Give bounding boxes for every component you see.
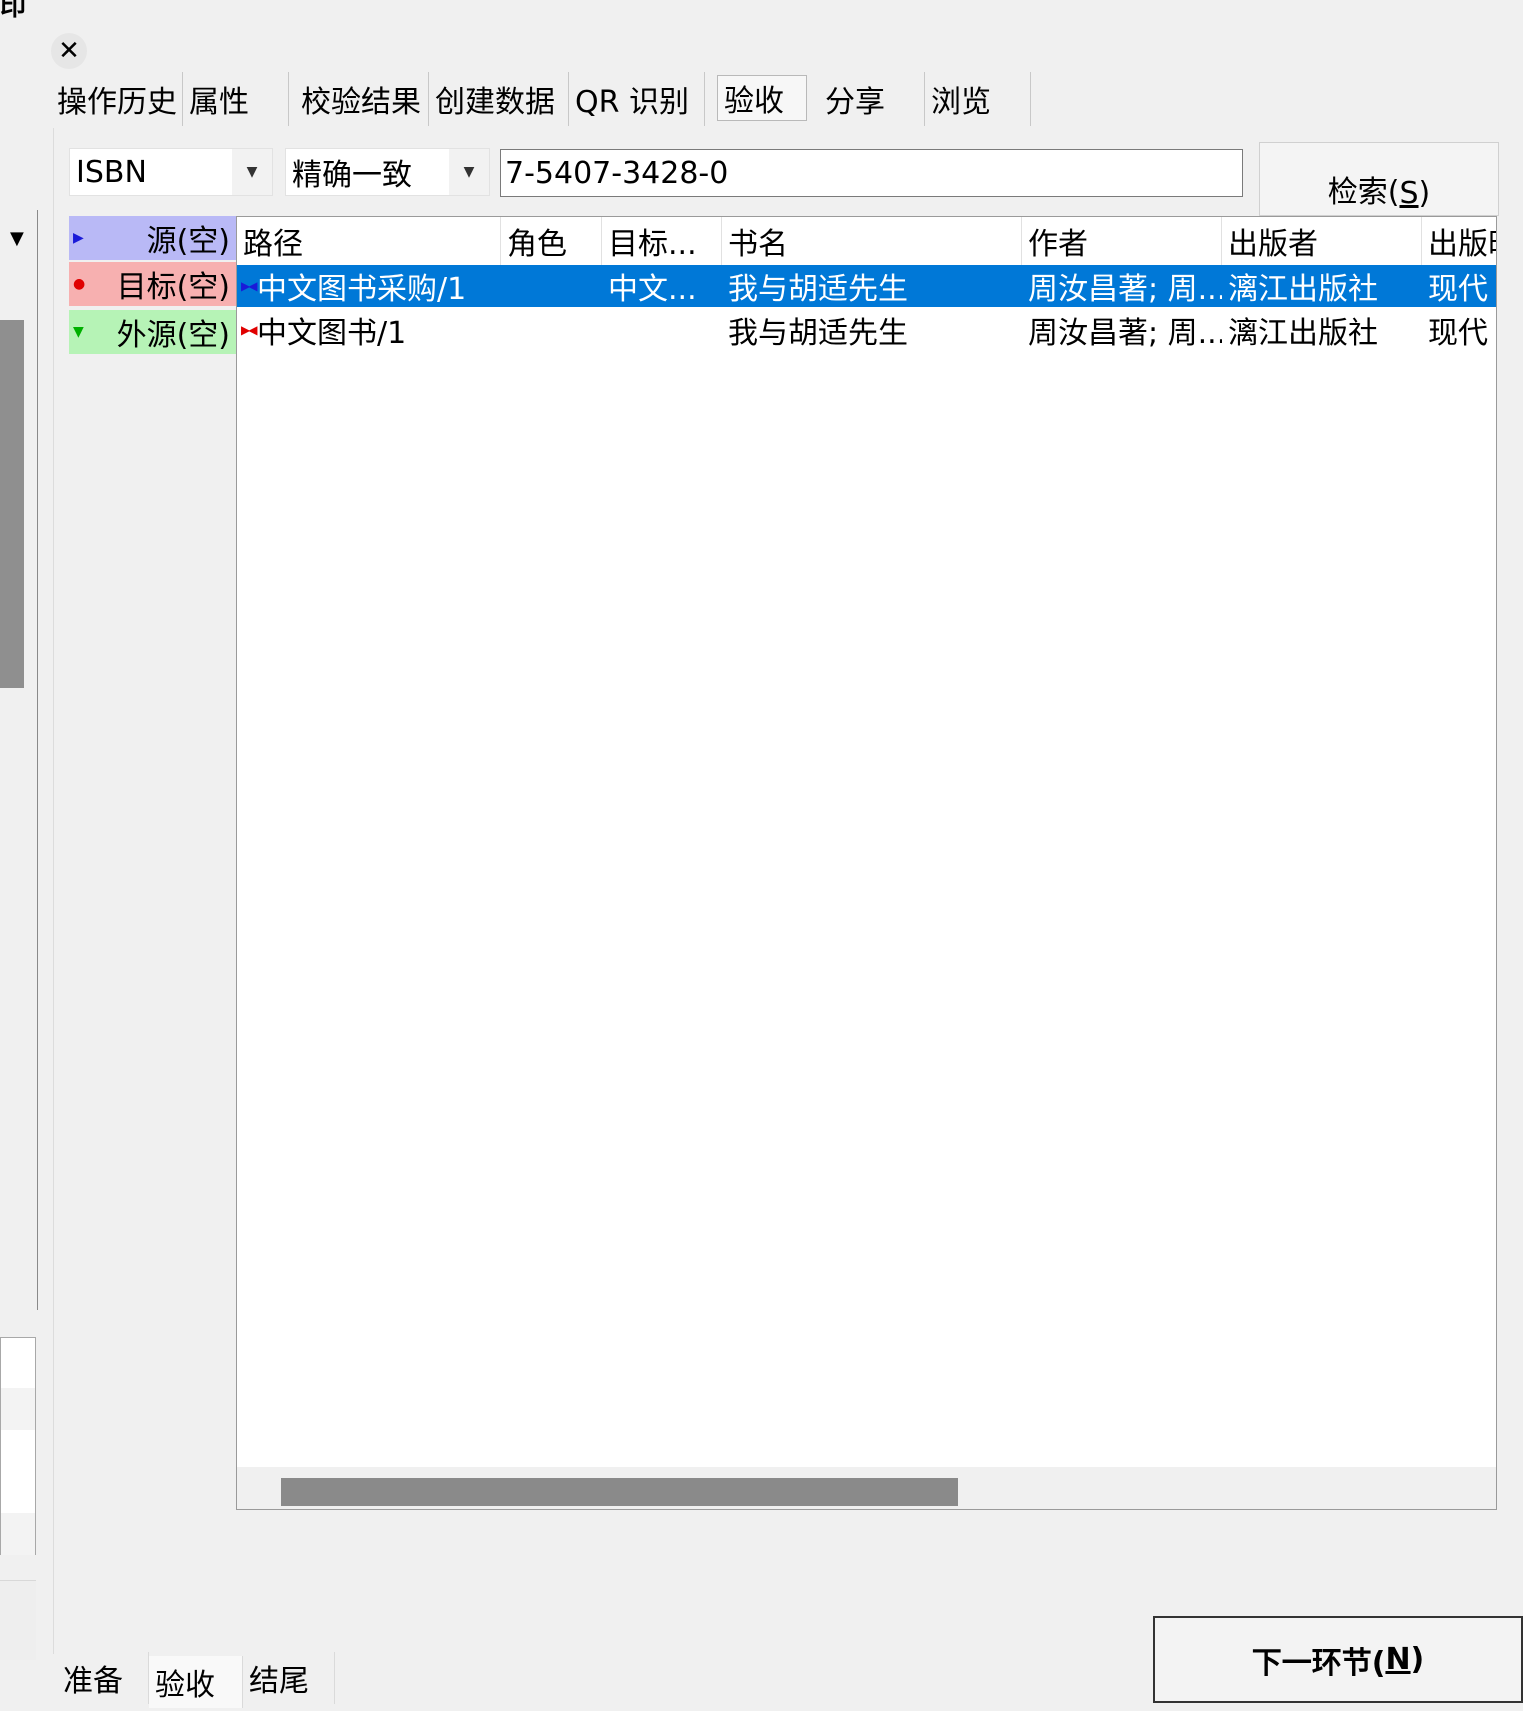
chevron-down-icon[interactable]: ▼ xyxy=(449,149,489,195)
legend-target-label: 目标(空) xyxy=(116,270,230,305)
cell-path: 中文图书采购/1 xyxy=(257,272,467,307)
tab-operation-history[interactable]: 操作历史 xyxy=(51,72,183,126)
grid-header: 路径 角色 目标... 书名 作者 出版者 出版时 xyxy=(237,217,1496,265)
search-field-value: ISBN xyxy=(76,154,147,190)
cell-pubdate: 现代 xyxy=(1428,316,1488,351)
legend-external-label: 外源(空) xyxy=(116,318,230,353)
next-step-accel: N xyxy=(1385,1642,1411,1677)
search-input[interactable] xyxy=(500,149,1243,197)
tab-create-data[interactable]: 创建数据 xyxy=(429,72,569,126)
left-panel-list[interactable] xyxy=(0,1337,36,1555)
cell-role xyxy=(501,309,602,351)
match-mode-select[interactable]: 精确一致 ▼ xyxy=(285,148,490,196)
tab-acceptance-bottom[interactable]: 验收 xyxy=(149,1656,243,1708)
tab-acceptance[interactable]: 验收 xyxy=(717,75,807,121)
table-row[interactable]: ▶◀ 中文图书/1 我与胡适先生 周汝昌著; 周... 漓江出版社 现代 xyxy=(237,309,1496,351)
column-header-author[interactable]: 作者 xyxy=(1022,217,1222,265)
tab-share[interactable]: 分享 xyxy=(819,72,925,126)
cell-path: 中文图书/1 xyxy=(257,316,407,351)
next-step-tail: ) xyxy=(1410,1642,1425,1677)
cell-title: 我与胡适先生 xyxy=(728,272,908,307)
search-button-label: 检索( xyxy=(1327,175,1400,210)
legend-source-label: 源(空) xyxy=(146,224,230,259)
scrollbar-thumb[interactable] xyxy=(281,1478,958,1506)
left-panel-scrollbar[interactable] xyxy=(0,320,24,688)
window-title-fragment: 印 xyxy=(0,0,27,22)
left-panel-footer xyxy=(0,1580,36,1660)
legend-target[interactable]: ● 目标(空) xyxy=(69,262,236,306)
tab-qr-recognition[interactable]: QR 识别 xyxy=(569,72,705,126)
search-button-accel: S xyxy=(1399,176,1419,211)
triangle-down-icon: ▼ xyxy=(73,324,84,340)
window-top-bar xyxy=(0,0,1523,28)
search-button-tail: ) xyxy=(1418,176,1431,211)
next-step-label: 下一环节( xyxy=(1251,1645,1386,1681)
close-icon[interactable]: ✕ xyxy=(51,33,87,69)
search-field-select[interactable]: ISBN ▼ xyxy=(69,148,273,196)
legend-external[interactable]: ▼ 外源(空) xyxy=(69,310,236,354)
left-list-row xyxy=(1,1388,35,1430)
results-grid[interactable]: 路径 角色 目标... 书名 作者 出版者 出版时 ▶◀ 中文图书采购/1 中文… xyxy=(236,216,1497,1510)
left-list-row xyxy=(1,1513,35,1555)
cell-target xyxy=(602,309,722,351)
triangle-right-icon: ▶ xyxy=(73,230,84,246)
cell-author: 周汝昌著; 周... xyxy=(1028,316,1222,351)
cell-publisher: 漓江出版社 xyxy=(1228,272,1378,307)
tab-browse[interactable]: 浏览 xyxy=(925,72,1031,126)
column-header-publisher[interactable]: 出版者 xyxy=(1222,217,1422,265)
column-header-role[interactable]: 角色 xyxy=(501,217,602,265)
match-mode-value: 精确一致 xyxy=(292,158,412,193)
tab-finish[interactable]: 结尾 xyxy=(243,1652,335,1704)
chevron-down-icon[interactable]: ▼ xyxy=(232,149,272,195)
legend-source[interactable]: ▶ 源(空) xyxy=(69,216,236,260)
search-button[interactable]: 检索(S) xyxy=(1259,142,1499,216)
tab-properties[interactable]: 属性 xyxy=(183,72,289,126)
cell-target: 中文... xyxy=(608,272,697,307)
cell-role xyxy=(501,265,602,307)
tab-validation-results[interactable]: 校验结果 xyxy=(289,72,429,126)
column-header-title[interactable]: 书名 xyxy=(722,217,1022,265)
next-step-button[interactable]: 下一环节(N) xyxy=(1153,1616,1523,1703)
cell-title: 我与胡适先生 xyxy=(728,316,908,351)
horizontal-scrollbar[interactable] xyxy=(237,1467,1496,1509)
column-header-pubdate[interactable]: 出版时 xyxy=(1422,217,1496,265)
tab-strip: 操作历史 属性 校验结果 创建数据 QR 识别 验收 分享 浏览 xyxy=(51,72,1523,126)
table-row[interactable]: ▶◀ 中文图书采购/1 中文... 我与胡适先生 周汝昌著; 周... 漓江出版… xyxy=(237,265,1496,307)
dot-icon: ● xyxy=(73,276,86,292)
chevron-down-icon[interactable]: ▼ xyxy=(10,228,24,249)
cell-publisher: 漓江出版社 xyxy=(1228,316,1378,351)
cell-author: 周汝昌著; 周... xyxy=(1028,272,1222,307)
column-header-target[interactable]: 目标... xyxy=(602,217,722,265)
tab-prepare[interactable]: 准备 xyxy=(57,1652,149,1704)
cell-pubdate: 现代 xyxy=(1428,272,1488,307)
column-header-path[interactable]: 路径 xyxy=(237,217,501,265)
